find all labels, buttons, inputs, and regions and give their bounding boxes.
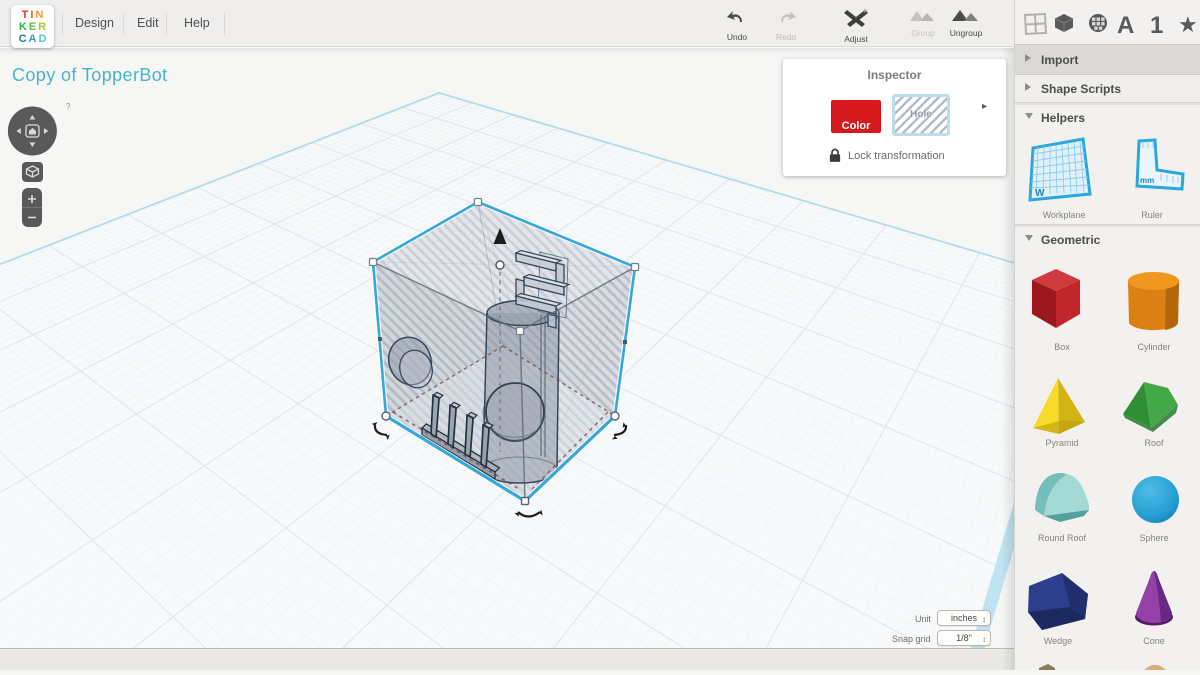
svg-text:?: ? [66, 102, 71, 111]
